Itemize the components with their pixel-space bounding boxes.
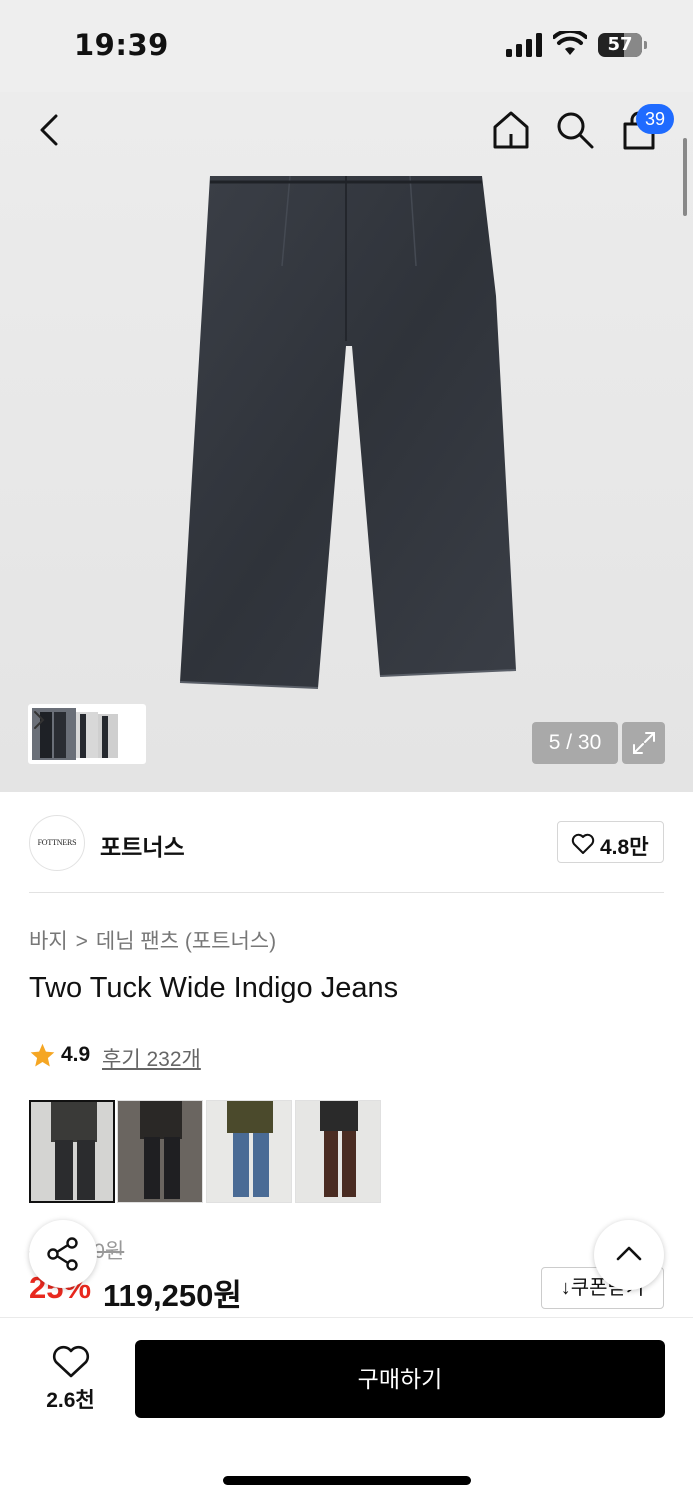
swatch-image <box>31 1102 113 1201</box>
expand-icon <box>633 732 655 754</box>
wish-count: 2.6천 <box>46 1389 95 1412</box>
product-gallery[interactable]: 39 5 / 30 <box>0 92 693 792</box>
battery-indicator: 57 <box>598 33 648 57</box>
share-button[interactable] <box>29 1220 97 1288</box>
scrollbar[interactable] <box>683 138 687 216</box>
divider <box>29 892 664 893</box>
wifi-icon <box>553 31 587 55</box>
swatch-image <box>118 1101 202 1202</box>
breadcrumb: 바지 > 데님 팬츠 (포트너스) <box>29 925 276 955</box>
brand-name[interactable]: 포트너스 <box>100 828 185 862</box>
status-bar: 19:39 57 <box>0 0 693 92</box>
breadcrumb-category[interactable]: 바지 <box>29 925 68 955</box>
breadcrumb-subcategory[interactable]: 데님 팬츠 (포트너스) <box>96 925 276 955</box>
back-icon[interactable] <box>32 108 72 152</box>
heart-icon[interactable] <box>52 1345 90 1379</box>
brand-logo[interactable]: FOTTNERS <box>29 815 85 871</box>
color-option-light-blue[interactable] <box>206 1100 292 1203</box>
cart-count-badge: 39 <box>636 104 674 134</box>
sale-price: 119,250원 <box>103 1278 242 1313</box>
heart-icon <box>571 833 595 854</box>
scroll-top-button[interactable] <box>594 1220 664 1290</box>
chevron-right-icon[interactable] <box>32 708 46 732</box>
home-indicator <box>223 1476 471 1485</box>
review-link[interactable]: 후기 232개 <box>102 1043 201 1073</box>
search-icon[interactable] <box>553 108 597 152</box>
cellular-signal-icon <box>506 33 542 57</box>
share-icon <box>47 1237 78 1271</box>
fullscreen-button[interactable] <box>622 722 665 764</box>
color-option-brown[interactable] <box>295 1100 381 1203</box>
buy-button[interactable]: 구매하기 <box>135 1340 665 1418</box>
brand-like-count: 4.8만 <box>600 836 649 859</box>
rating-value: 4.9 <box>61 1043 91 1066</box>
product-image-jeans <box>179 176 517 689</box>
battery-level: 57 <box>607 34 633 55</box>
color-option-black[interactable] <box>29 1100 115 1203</box>
swatch-image <box>207 1101 291 1202</box>
gallery-counter: 5 / 30 <box>532 722 618 764</box>
status-time: 19:39 <box>74 28 169 62</box>
chevron-up-icon <box>616 1246 642 1261</box>
home-icon[interactable] <box>489 108 533 152</box>
swatch-image <box>296 1101 380 1202</box>
color-option-black-leather[interactable] <box>117 1100 203 1203</box>
product-title: Two Tuck Wide Indigo Jeans <box>29 972 399 1004</box>
brand-like-button[interactable]: 4.8만 <box>557 821 664 863</box>
chevron-right-icon: > <box>75 930 88 953</box>
gallery-thumbnail-strip[interactable] <box>28 704 146 764</box>
star-icon <box>30 1043 55 1067</box>
